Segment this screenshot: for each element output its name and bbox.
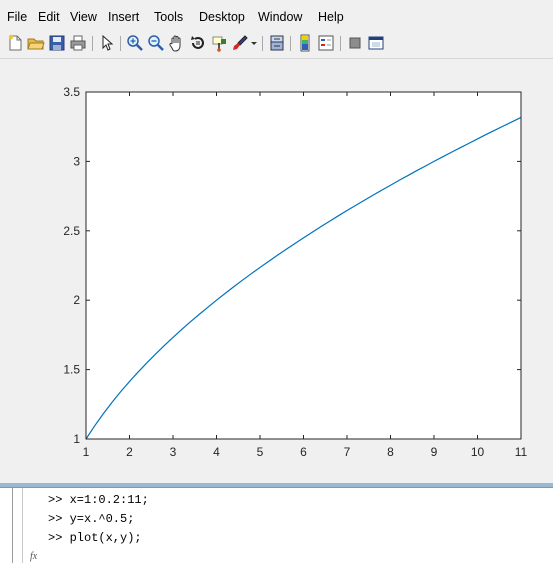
show-plot-tools-icon[interactable] <box>367 34 385 52</box>
x-tick-label: 4 <box>213 445 220 459</box>
x-tick-label: 7 <box>344 445 351 459</box>
x-tick-label: 10 <box>471 445 485 459</box>
link-plot-icon[interactable] <box>268 34 286 52</box>
axes-background <box>86 92 521 439</box>
command-line: >> y=x.^0.5; <box>48 512 135 526</box>
figure-window: File Edit View Insert Tools Desktop Wind… <box>0 0 553 483</box>
pan-hand-icon[interactable] <box>168 34 186 52</box>
toolbar-separator <box>120 36 121 51</box>
brush-dropdown-icon[interactable] <box>250 34 258 52</box>
x-tick-label: 11 <box>515 445 528 459</box>
x-tick-label: 2 <box>126 445 133 459</box>
zoom-out-icon[interactable] <box>147 34 165 52</box>
command-window-gutter <box>22 488 23 563</box>
data-cursor-icon[interactable] <box>210 34 228 52</box>
menu-window[interactable]: Window <box>258 10 302 24</box>
toolbar-separator <box>262 36 263 51</box>
x-tick-label: 3 <box>170 445 177 459</box>
y-tick-label: 3 <box>73 154 80 168</box>
new-figure-icon[interactable] <box>6 34 24 52</box>
rotate-3d-icon[interactable] <box>189 34 207 52</box>
toolbar-separator <box>290 36 291 51</box>
plot-canvas[interactable]: 1 2 3 4 5 6 7 8 9 10 1111.522.533.5 <box>0 59 553 483</box>
edit-plot-arrow-icon[interactable] <box>98 34 116 52</box>
command-window-gutter <box>12 488 13 563</box>
insert-legend-icon[interactable] <box>317 34 335 52</box>
command-line: >> x=1:0.2:11; <box>48 493 149 507</box>
x-tick-label: 5 <box>257 445 264 459</box>
brush-icon[interactable] <box>231 34 249 52</box>
x-tick-label: 9 <box>431 445 438 459</box>
insert-colorbar-icon[interactable] <box>296 34 314 52</box>
figure-toolbar <box>0 30 553 56</box>
open-file-icon[interactable] <box>27 34 45 52</box>
menu-bar: File Edit View Insert Tools Desktop Wind… <box>0 7 553 27</box>
command-line: >> plot(x,y); <box>48 531 142 545</box>
y-tick-label: 2.5 <box>63 224 80 238</box>
y-tick-label: 3.5 <box>63 85 80 99</box>
x-tick-label: 1 <box>83 445 90 459</box>
menu-file[interactable]: File <box>7 10 27 24</box>
command-window-border <box>0 483 553 488</box>
menu-desktop[interactable]: Desktop <box>199 10 245 24</box>
print-icon[interactable] <box>69 34 87 52</box>
menu-help[interactable]: Help <box>318 10 344 24</box>
y-tick-label: 2 <box>73 293 80 307</box>
function-browser-icon[interactable]: fx <box>30 551 37 562</box>
save-icon[interactable] <box>48 34 66 52</box>
y-tick-label: 1.5 <box>63 363 80 377</box>
hide-plot-tools-icon[interactable] <box>346 34 364 52</box>
menu-tools[interactable]: Tools <box>154 10 183 24</box>
command-window[interactable]: >> x=1:0.2:11; >> y=x.^0.5; >> plot(x,y)… <box>0 483 553 563</box>
toolbar-separator <box>340 36 341 51</box>
menu-insert[interactable]: Insert <box>108 10 139 24</box>
x-tick-label: 6 <box>300 445 307 459</box>
menu-view[interactable]: View <box>70 10 97 24</box>
x-tick-label: 8 <box>387 445 394 459</box>
y-tick-label: 1 <box>73 432 80 446</box>
toolbar-separator <box>92 36 93 51</box>
menu-edit[interactable]: Edit <box>38 10 60 24</box>
zoom-in-icon[interactable] <box>126 34 144 52</box>
